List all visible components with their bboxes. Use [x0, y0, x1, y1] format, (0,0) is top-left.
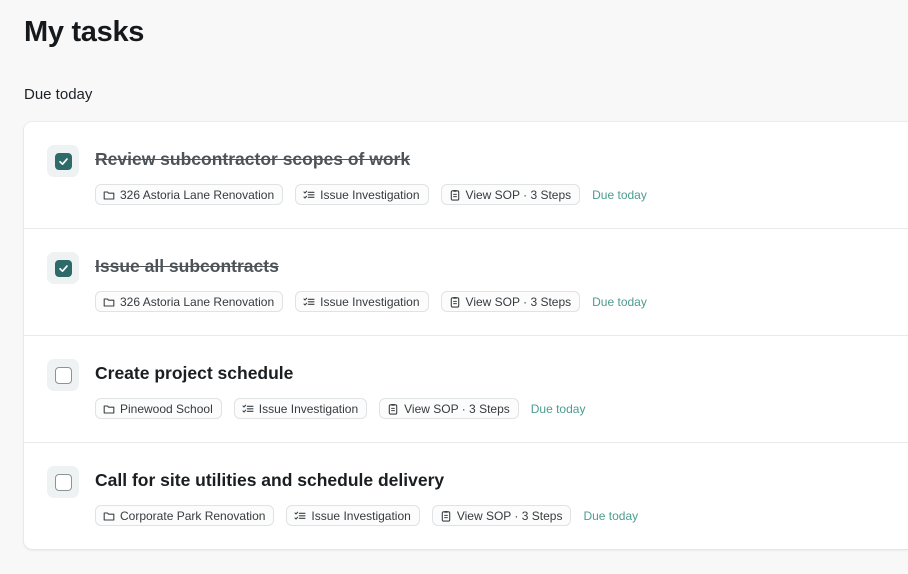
- due-date: Due today: [530, 401, 586, 416]
- category-chip[interactable]: Issue Investigation: [233, 398, 368, 419]
- category-label: Issue Investigation: [258, 401, 359, 416]
- task-checkbox[interactable]: [47, 145, 79, 177]
- project-chip[interactable]: 326 Astoria Lane Renovation: [95, 291, 284, 312]
- task-row[interactable]: Create project schedule Pinewood School …: [24, 336, 908, 443]
- project-label: Corporate Park Renovation: [120, 508, 266, 523]
- task-title[interactable]: Issue all subcontracts: [95, 256, 279, 277]
- clipboard-icon: [450, 296, 459, 308]
- task-list-card: Review subcontractor scopes of work 326 …: [24, 122, 908, 549]
- check-icon: [58, 264, 68, 272]
- due-date: Due today: [592, 294, 647, 309]
- clipboard-icon: [450, 189, 459, 201]
- page-title: My tasks: [24, 16, 145, 48]
- sop-label: View SOP · 3 Steps: [456, 508, 563, 523]
- folder-icon: [103, 511, 115, 521]
- task-row[interactable]: Call for site utilities and schedule del…: [24, 443, 908, 550]
- task-checkbox[interactable]: [47, 466, 79, 498]
- task-title[interactable]: Review subcontractor scopes of work: [95, 149, 410, 170]
- project-label: 326 Astoria Lane Renovation: [120, 294, 275, 309]
- category-chip[interactable]: Issue Investigation: [286, 505, 420, 526]
- folder-icon: [103, 404, 115, 414]
- view-sop-chip[interactable]: View SOP · 3 Steps: [431, 505, 572, 526]
- folder-icon: [103, 297, 115, 307]
- task-row[interactable]: Issue all subcontracts 326 Astoria Lane …: [24, 229, 908, 336]
- checkbox-unchecked[interactable]: [54, 473, 72, 491]
- sop-label: View SOP · 3 Steps: [465, 294, 572, 309]
- due-date: Due today: [592, 187, 647, 202]
- category-chip[interactable]: Issue Investigation: [295, 291, 429, 312]
- category-label: Issue Investigation: [311, 508, 411, 523]
- view-sop-chip[interactable]: View SOP · 3 Steps: [440, 184, 581, 205]
- project-chip[interactable]: Pinewood School: [95, 398, 222, 419]
- task-meta: Pinewood School Issue Investigation View…: [95, 398, 585, 419]
- clipboard-icon: [441, 510, 451, 522]
- task-title[interactable]: Call for site utilities and schedule del…: [95, 470, 444, 491]
- checkbox-checked[interactable]: [54, 152, 72, 170]
- list-icon: [303, 297, 315, 306]
- task-checkbox[interactable]: [47, 359, 79, 391]
- view-sop-chip[interactable]: View SOP · 3 Steps: [379, 398, 519, 419]
- task-meta: 326 Astoria Lane Renovation Issue Invest…: [95, 291, 647, 312]
- project-chip[interactable]: Corporate Park Renovation: [95, 505, 275, 526]
- section-title-due-today: Due today: [24, 86, 93, 103]
- checkbox-unchecked[interactable]: [54, 366, 72, 384]
- project-label: Pinewood School: [120, 401, 213, 416]
- task-checkbox[interactable]: [47, 252, 79, 284]
- project-label: 326 Astoria Lane Renovation: [120, 187, 275, 202]
- folder-icon: [103, 190, 115, 200]
- my-tasks-page: My tasks Due today Review subcontractor …: [0, 0, 908, 574]
- project-chip[interactable]: 326 Astoria Lane Renovation: [95, 184, 284, 205]
- task-row[interactable]: Review subcontractor scopes of work 326 …: [24, 122, 908, 229]
- task-meta: 326 Astoria Lane Renovation Issue Invest…: [95, 184, 647, 205]
- check-icon: [58, 157, 68, 165]
- task-title[interactable]: Create project schedule: [95, 363, 293, 384]
- clipboard-icon: [388, 403, 398, 415]
- checkbox-checked[interactable]: [54, 259, 72, 277]
- category-label: Issue Investigation: [320, 294, 420, 309]
- sop-label: View SOP · 3 Steps: [404, 401, 510, 416]
- category-chip[interactable]: Issue Investigation: [295, 184, 429, 205]
- list-icon: [303, 190, 315, 199]
- list-icon: [242, 404, 254, 413]
- category-label: Issue Investigation: [320, 187, 420, 202]
- list-icon: [294, 511, 306, 520]
- sop-label: View SOP · 3 Steps: [465, 187, 572, 202]
- due-date: Due today: [583, 508, 639, 523]
- view-sop-chip[interactable]: View SOP · 3 Steps: [440, 291, 581, 312]
- task-meta: Corporate Park Renovation Issue Investig…: [95, 505, 638, 526]
